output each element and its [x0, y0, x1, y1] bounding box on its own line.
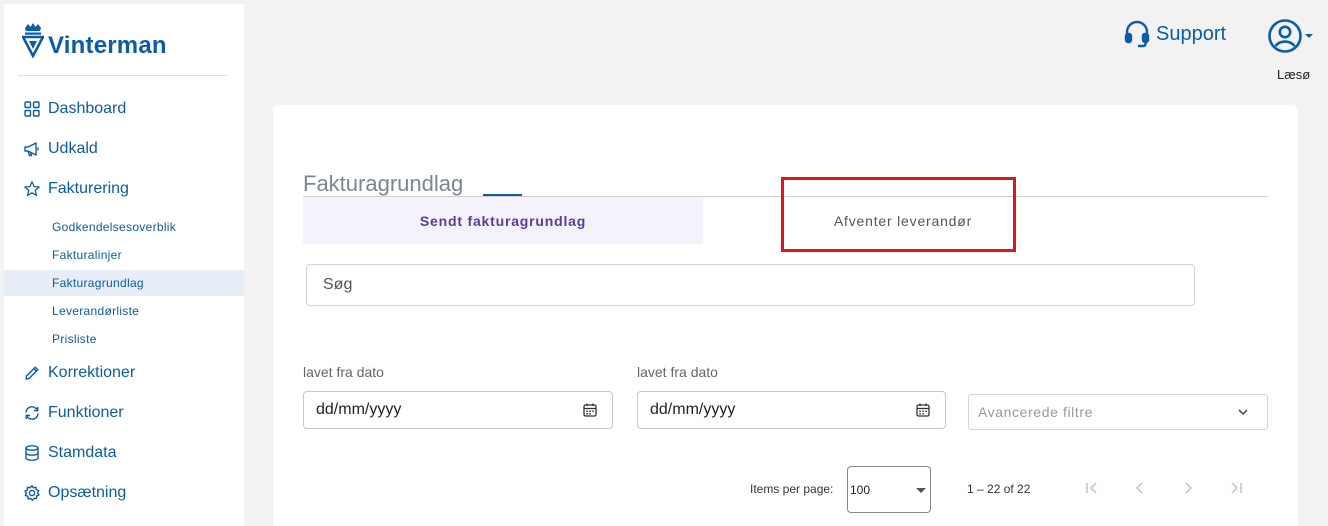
sidebar: Vinterman Dashboard Udkald Fakturering G…	[4, 4, 244, 526]
last-page-icon	[1231, 482, 1242, 494]
sidebar-subitem-leverandorliste[interactable]: Leverandørliste	[4, 298, 244, 324]
divider	[18, 75, 228, 76]
brand-logo[interactable]: Vinterman	[22, 22, 167, 58]
sidebar-item-label: Opsætning	[48, 484, 127, 501]
crown-shield-icon	[22, 23, 44, 58]
range-label: 1 – 22 of 22	[967, 482, 1031, 496]
sidebar-subitem-fakturalinjer[interactable]: Fakturalinjer	[4, 242, 244, 268]
megaphone-icon	[23, 140, 41, 158]
chevron-left-icon	[1135, 482, 1143, 494]
search-input[interactable]	[306, 264, 1195, 306]
next-page-button[interactable]	[1178, 478, 1198, 498]
items-per-page-label: Items per page:	[750, 482, 834, 496]
page-size-value: 100	[850, 482, 871, 497]
caret-down-icon	[916, 488, 926, 493]
caret-down-icon	[1305, 34, 1313, 38]
gear-icon	[23, 484, 41, 502]
support-link[interactable]: Support	[1124, 20, 1226, 48]
sidebar-subitem-godkendelsesoverblik[interactable]: Godkendelsesoverblik	[4, 214, 244, 240]
calendar-icon[interactable]	[915, 402, 931, 418]
user-avatar-icon	[1268, 19, 1302, 53]
last-page-button[interactable]	[1226, 478, 1246, 498]
first-page-icon	[1086, 482, 1097, 494]
sidebar-item-fakturering[interactable]: Fakturering	[4, 175, 244, 203]
advanced-filters-dropdown[interactable]: Avancerede filtre	[968, 394, 1268, 430]
refresh-icon	[23, 404, 41, 422]
sidebar-item-funktioner[interactable]: Funktioner	[4, 399, 244, 427]
sidebar-subitem-prisliste[interactable]: Prisliste	[4, 326, 244, 352]
date-from-input[interactable]: dd/mm/yyyy	[303, 391, 613, 429]
sidebar-item-label: Fakturering	[48, 180, 129, 197]
dashboard-grid-icon	[23, 100, 41, 118]
page-size-select[interactable]: 100	[847, 466, 931, 513]
chevron-right-icon	[1185, 482, 1193, 494]
sidebar-subitem-label: Fakturagrundlag	[52, 276, 144, 290]
first-page-button[interactable]	[1082, 478, 1102, 498]
sidebar-item-korrektioner[interactable]: Korrektioner	[4, 359, 244, 387]
pencil-icon	[23, 364, 41, 382]
calendar-icon[interactable]	[582, 402, 598, 418]
user-name: Læsø	[1277, 67, 1311, 82]
sidebar-item-label: Dashboard	[48, 100, 127, 117]
account-menu-button[interactable]	[1267, 18, 1314, 54]
sidebar-subitem-fakturagrundlag[interactable]: Fakturagrundlag	[4, 270, 244, 296]
sidebar-item-label: Funktioner	[48, 404, 124, 421]
previous-page-button[interactable]	[1130, 478, 1150, 498]
tab-label: Afventer leverandør	[833, 212, 973, 229]
sidebar-item-dashboard[interactable]: Dashboard	[4, 95, 244, 123]
sidebar-item-label: Udkald	[48, 140, 98, 157]
sidebar-item-udkald[interactable]: Udkald	[4, 135, 244, 163]
star-icon	[23, 180, 41, 198]
page-title: Fakturagrundlag	[303, 171, 464, 196]
chevron-down-icon	[1238, 409, 1248, 416]
sidebar-item-label: Korrektioner	[48, 364, 136, 381]
headset-icon	[1124, 20, 1150, 48]
sidebar-subitem-label: Leverandørliste	[52, 304, 140, 318]
tab-sendt-fakturagrundlag[interactable]: Sendt fakturagrundlag	[303, 197, 703, 244]
date-placeholder: dd/mm/yyyy	[650, 401, 736, 418]
sidebar-subitem-label: Prisliste	[52, 332, 97, 346]
tab-afventer-leverandor[interactable]: Afventer leverandør	[703, 197, 1103, 244]
date-from-label: lavet fra dato	[303, 364, 384, 380]
tab-label: Sendt fakturagrundlag	[419, 212, 587, 229]
sidebar-subitem-label: Fakturalinjer	[52, 248, 122, 262]
content-card	[273, 105, 1298, 526]
sidebar-item-opsaetning[interactable]: Opsætning	[4, 479, 244, 507]
advanced-filters-label: Avancerede filtre	[978, 404, 1094, 420]
brand-name: Vinterman	[48, 32, 167, 59]
sidebar-item-label: Stamdata	[48, 444, 117, 461]
support-label: Support	[1156, 22, 1227, 45]
date-to-label: lavet fra dato	[637, 364, 718, 380]
database-icon	[23, 444, 41, 462]
sidebar-subitem-label: Godkendelsesoverblik	[52, 220, 177, 234]
date-to-input[interactable]: dd/mm/yyyy	[637, 391, 946, 429]
sidebar-item-stamdata[interactable]: Stamdata	[4, 439, 244, 467]
date-placeholder: dd/mm/yyyy	[316, 401, 402, 418]
